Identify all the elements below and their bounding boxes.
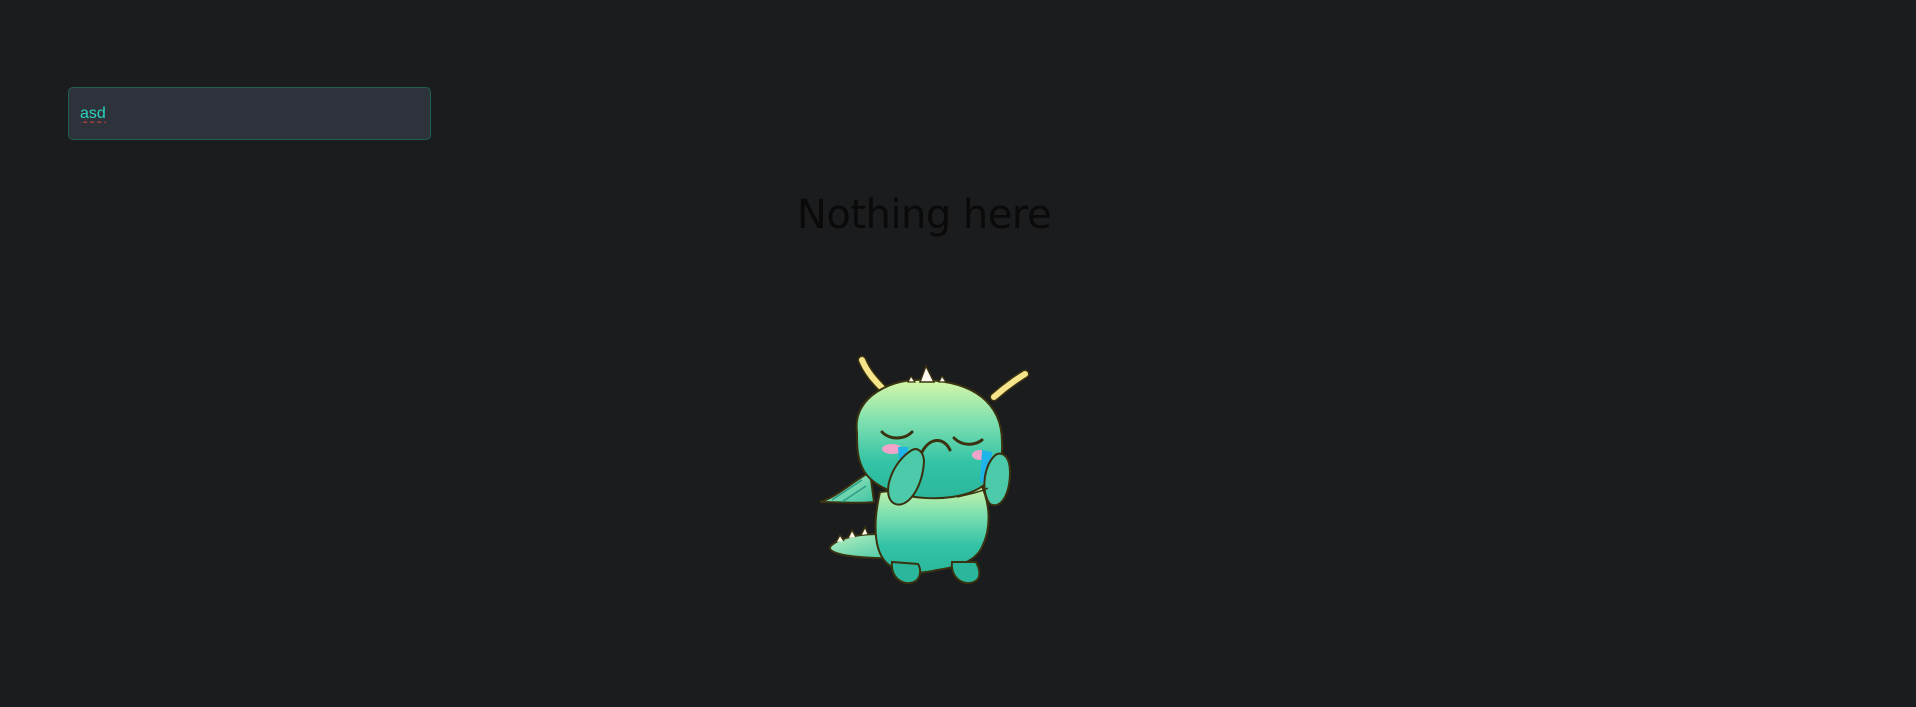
- crying-dragon-illustration: [819, 355, 1030, 585]
- search-input[interactable]: [78, 103, 421, 124]
- empty-state-title: Nothing here: [796, 192, 1052, 238]
- app-page: Nothing here: [0, 0, 1916, 707]
- search-field[interactable]: [68, 87, 431, 140]
